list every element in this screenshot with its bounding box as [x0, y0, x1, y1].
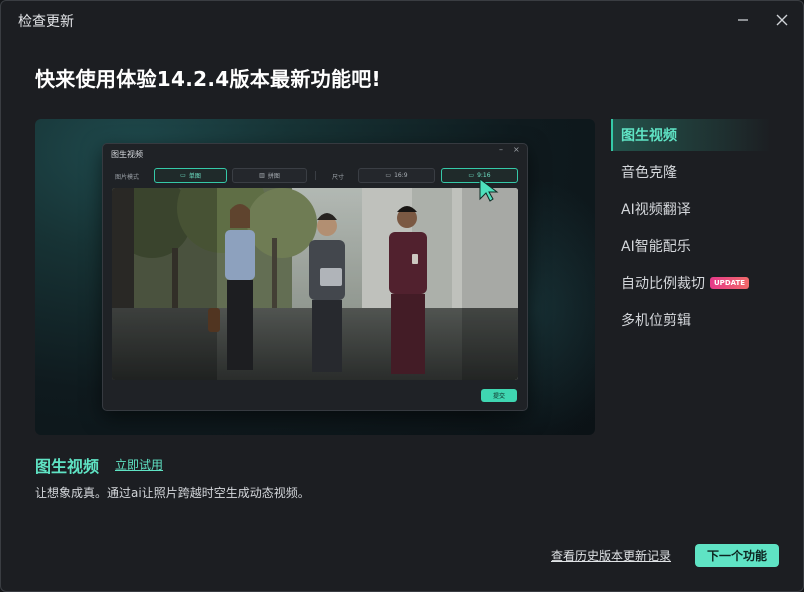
- feature-item-label: AI视频翻译: [621, 202, 691, 218]
- feature-item-multicam[interactable]: 多机位剪辑: [611, 306, 771, 334]
- window-title: 检查更新: [18, 14, 74, 30]
- feature-item-label: 图生视频: [621, 128, 677, 144]
- next-feature-button[interactable]: 下一个功能: [695, 544, 779, 567]
- mock-divider: [315, 171, 316, 180]
- collage-icon: ▥: [259, 172, 265, 179]
- update-badge: UPDATE: [710, 277, 750, 289]
- feature-item-label: 音色克隆: [621, 165, 677, 181]
- version-history-link[interactable]: 查看历史版本更新记录: [551, 547, 671, 564]
- mock-mode-single-label: 单图: [188, 173, 201, 180]
- mock-submit-button: 提交: [481, 389, 517, 402]
- preview-photo: [112, 188, 518, 380]
- feature-description: 让想象成真。通过ai让照片跨越时空生成动态视频。: [35, 486, 310, 500]
- mock-size-landscape: ▭ 16:9: [358, 168, 435, 183]
- landscape-icon: ▭: [385, 172, 392, 179]
- minimize-button[interactable]: [732, 9, 754, 31]
- mock-mode-collage: ▥ 拼图: [232, 168, 307, 183]
- portrait-icon: ▭: [468, 172, 475, 179]
- feature-item-label: 多机位剪辑: [621, 313, 691, 329]
- mock-size-landscape-label: 16:9: [394, 172, 408, 179]
- try-now-link[interactable]: 立即试用: [115, 456, 163, 473]
- close-icon: [776, 14, 788, 26]
- feature-item-label: 自动比例裁切: [621, 276, 705, 292]
- title-bar: 检查更新: [1, 1, 803, 39]
- feature-item-voice-clone[interactable]: 音色克隆: [611, 158, 771, 186]
- close-button[interactable]: [771, 9, 793, 31]
- mock-window-title: 图生视频: [111, 150, 143, 159]
- mock-minimize-icon: –: [499, 145, 503, 154]
- single-image-icon: ▭: [180, 172, 186, 179]
- feature-preview: 图生视频 – × 图片模式 ▭单图 ▥拼图 尺寸 ▭16:9 ▭9:16: [35, 119, 595, 435]
- mock-mode-single: ▭ 单图: [154, 168, 227, 183]
- mock-app-window: 图生视频 – × 图片模式 ▭单图 ▥拼图 尺寸 ▭16:9 ▭9:16: [102, 143, 528, 411]
- feature-list: 图生视频 音色克隆 AI视频翻译 AI智能配乐 自动比例裁切 UPDATE 多机…: [611, 119, 771, 343]
- street-photo-illustration: [112, 188, 518, 380]
- update-dialog: 检查更新 快来使用体验14.2.4版本最新功能吧! 图生视频 – × 图片模式 …: [0, 0, 804, 592]
- feature-item-label: AI智能配乐: [621, 239, 691, 255]
- mock-close-icon: ×: [513, 145, 520, 154]
- mock-size-label: 尺寸: [332, 174, 345, 181]
- feature-item-auto-reframe[interactable]: 自动比例裁切 UPDATE: [611, 269, 771, 297]
- mock-mode-label: 图片模式: [115, 174, 140, 181]
- feature-title: 图生视频: [35, 457, 100, 476]
- feature-item-ai-video-translate[interactable]: AI视频翻译: [611, 195, 771, 223]
- feature-item-image-to-video[interactable]: 图生视频: [611, 119, 771, 151]
- pointer-cursor-icon: [479, 177, 499, 202]
- headline: 快来使用体验14.2.4版本最新功能吧!: [35, 67, 381, 91]
- feature-item-ai-music[interactable]: AI智能配乐: [611, 232, 771, 260]
- minimize-icon: [738, 19, 748, 21]
- mock-mode-collage-label: 拼图: [267, 173, 280, 180]
